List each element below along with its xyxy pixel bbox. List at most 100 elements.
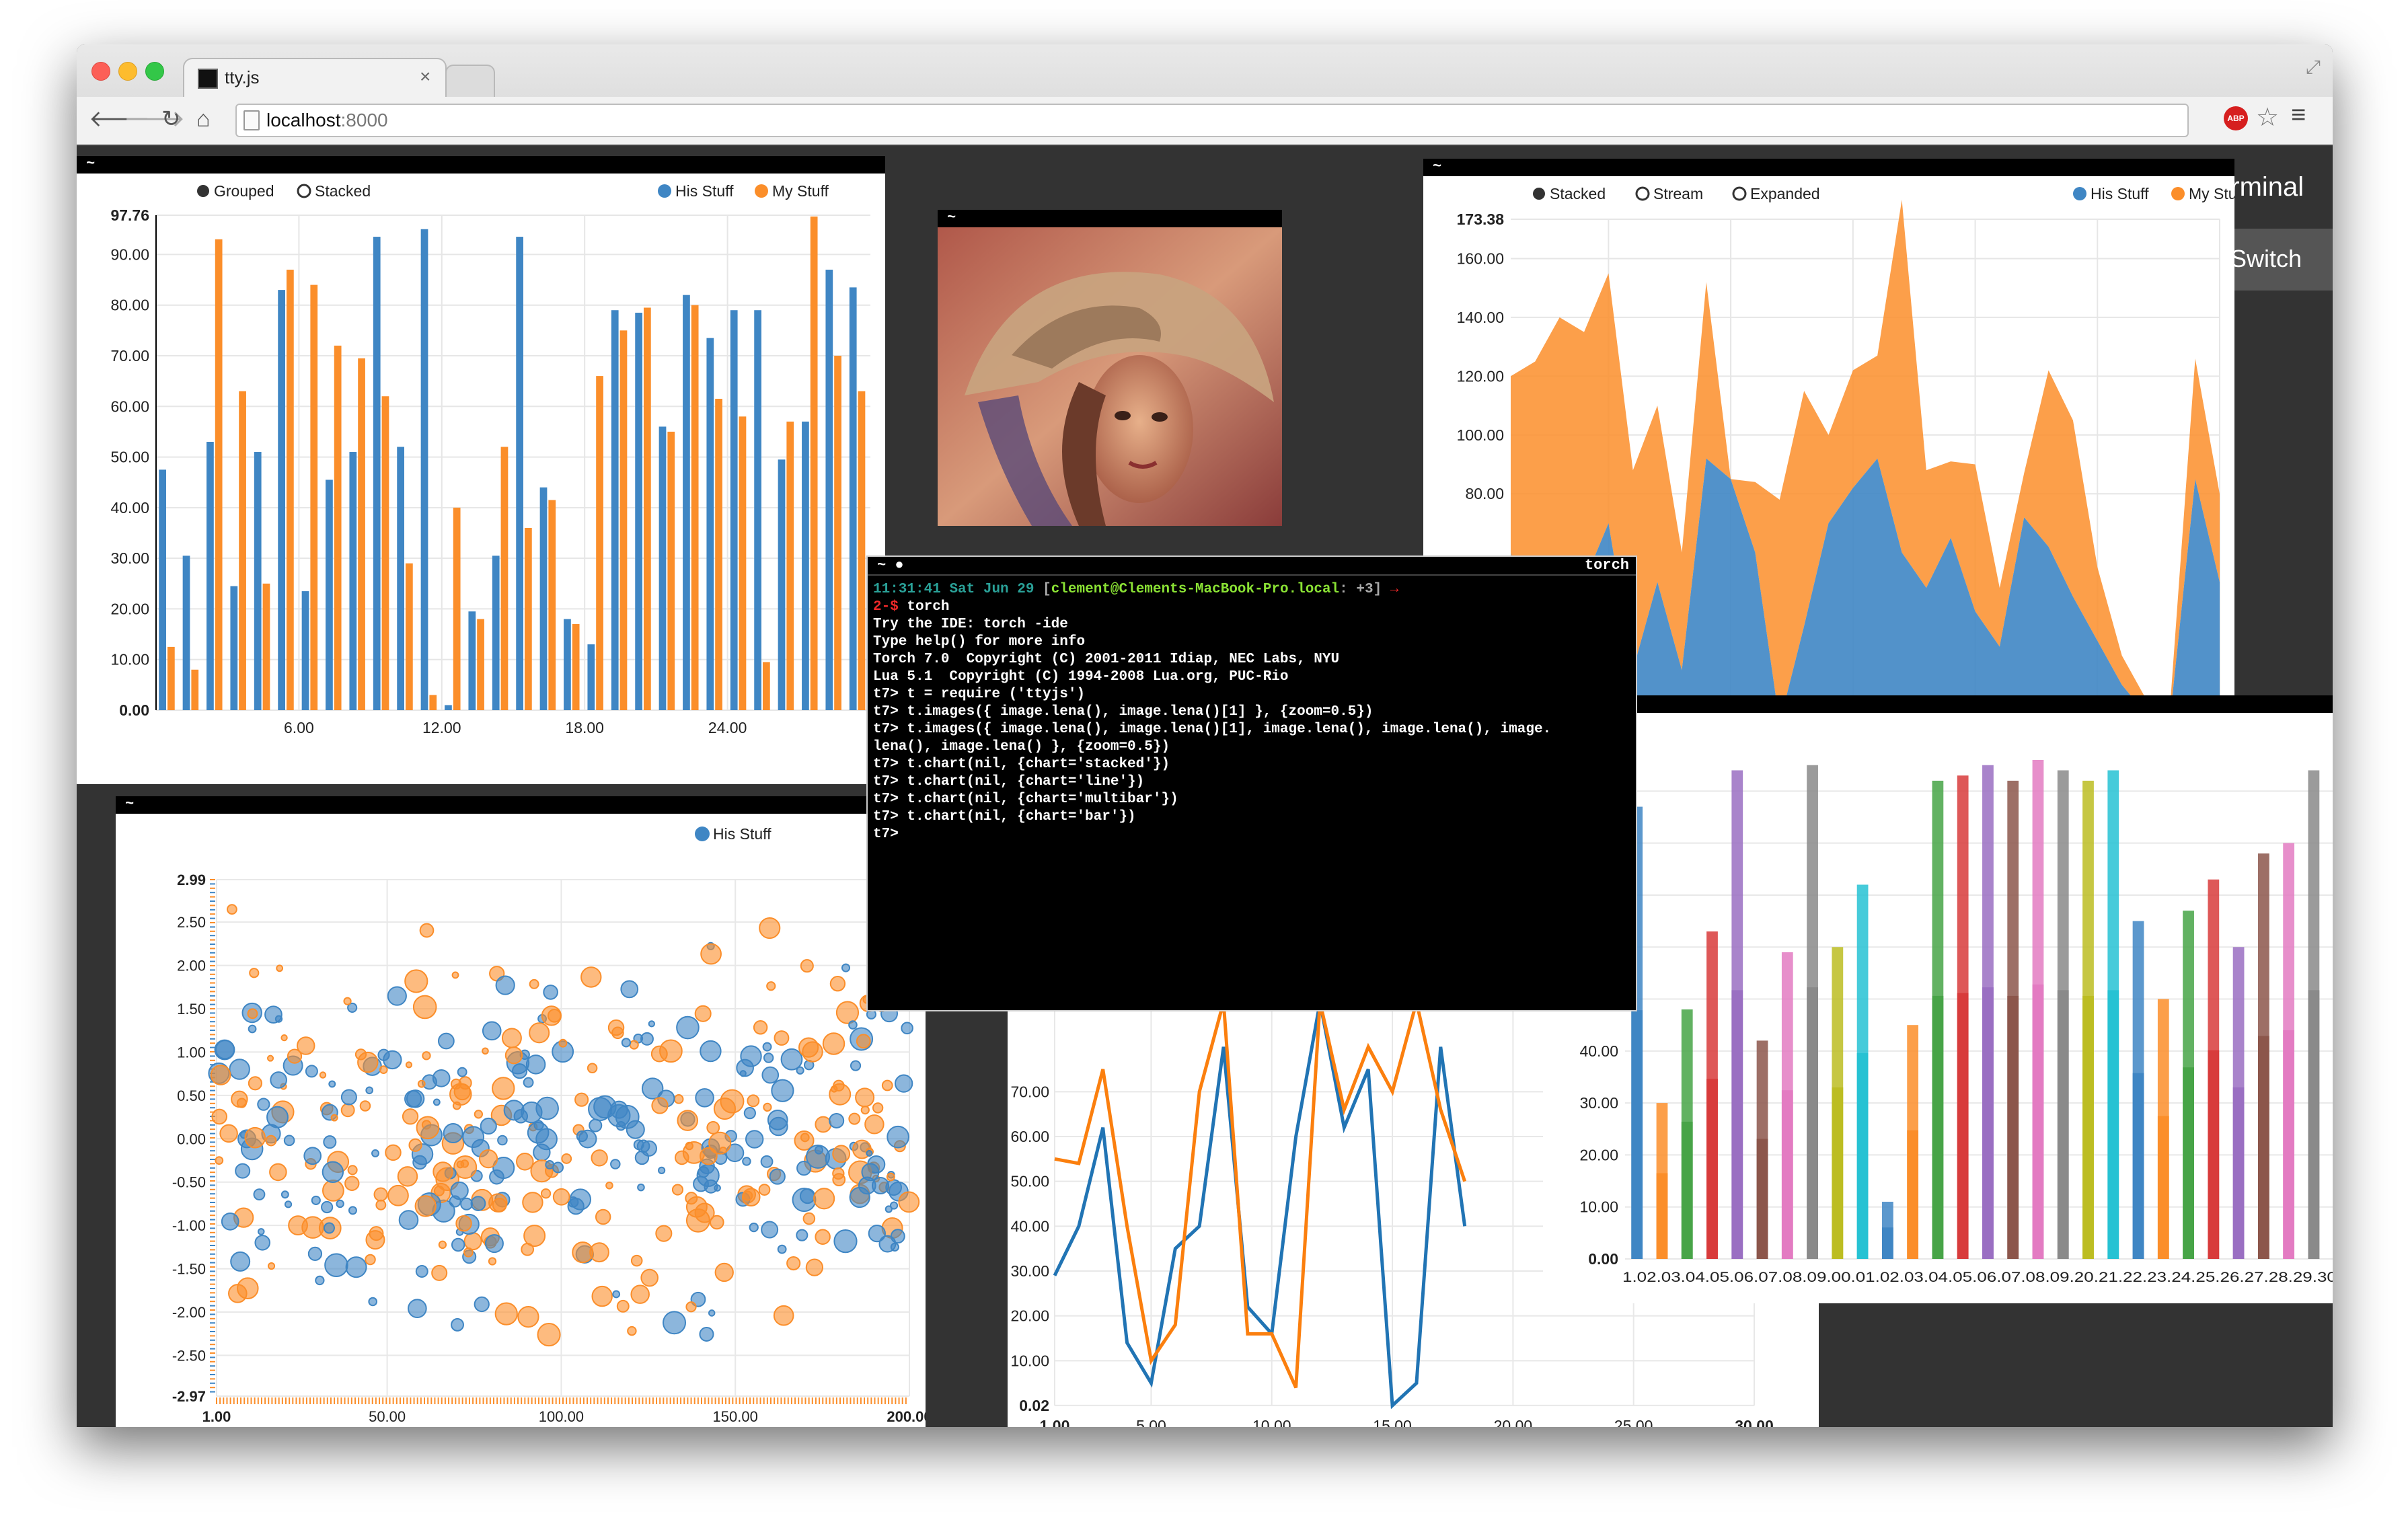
panel-title[interactable]: ~ [1423, 159, 2234, 176]
menu-icon[interactable]: ≡ [2291, 101, 2306, 130]
maximize-window-button[interactable] [145, 62, 164, 81]
fullscreen-icon[interactable]: ⤢ [2306, 56, 2321, 79]
scatter-point [698, 1166, 710, 1178]
panel-vbar-chart[interactable]: ~ 0.0010.0020.0030.0040.0050.0060.0070.0… [1543, 695, 2333, 1303]
scatter-point [433, 1185, 445, 1196]
x-tick-label: 25.00 [1614, 1417, 1653, 1427]
vbar-chart: 0.0010.0020.0030.0040.0050.0060.0070.008… [1579, 760, 2333, 1285]
scatter-point [517, 1306, 539, 1328]
scatter-point [861, 1163, 880, 1182]
scatter-point [580, 966, 602, 988]
x-tick-label: 18.00 [565, 719, 604, 736]
scatter-point [371, 1149, 379, 1157]
scatter-point [593, 1095, 617, 1119]
bar-segment [2057, 990, 2069, 1259]
bar [429, 695, 437, 710]
scatter-point [848, 1020, 858, 1030]
x-tick-label: 1.00 [202, 1408, 231, 1425]
panel-title[interactable]: ~ [116, 796, 926, 814]
legend-my: My Stuff [2189, 185, 2234, 202]
panel-title[interactable]: ~ [77, 156, 885, 174]
panel-bar-chart[interactable]: ~ Grouped Stacked His Stuff My Stuff 0.00 10.… [77, 156, 885, 784]
reload-icon[interactable]: ↻ [161, 105, 181, 133]
scatter-point [796, 1229, 808, 1241]
panel-image[interactable]: ~ [938, 210, 1282, 526]
scatter-point [404, 969, 428, 993]
x-tick-label: 10.00 [1252, 1417, 1291, 1427]
x-tick-label: 200.00 [887, 1408, 926, 1425]
scatter-point [552, 1161, 564, 1174]
terminal-titlebar[interactable]: ~ ● torch [868, 557, 1636, 576]
panel-title[interactable]: ~ [1543, 695, 2333, 713]
bar-segment [1832, 1087, 1844, 1259]
scatter-point [387, 1184, 409, 1206]
control-grouped: Grouped [214, 182, 274, 200]
address-bar[interactable]: localhost:8000 [235, 104, 2189, 137]
legend-his-icon [658, 184, 671, 198]
y-tick-label: 70.00 [1010, 1083, 1049, 1100]
browser-window: tty.js × ⤢ 🡐 🡒 ↻ ⌂ localhost:8000 ABP ☆ … [77, 44, 2333, 1427]
scatter-point [761, 1221, 779, 1239]
prompt-host: clement@Clements-MacBook-Pro.local [1051, 582, 1340, 597]
terminal-window[interactable]: ~ ● torch 11:31:41 Sat Jun 29 [clement@C… [866, 555, 1637, 1011]
scatter-point [621, 1038, 631, 1048]
bar [516, 237, 523, 710]
scatter-point [525, 1054, 546, 1075]
scatter-point [248, 1076, 262, 1091]
scatter-point [850, 1060, 862, 1071]
terminal-line: t7> t.chart(nil, {chart='stacked'}) [873, 757, 1170, 772]
scatter-point [663, 1311, 686, 1335]
radio-stacked-icon [297, 184, 311, 198]
bar [358, 358, 365, 710]
control-stacked: Stacked [1550, 185, 1606, 202]
y-tick-label: 0.02 [1019, 1397, 1049, 1414]
panel-title[interactable]: ~ [938, 210, 1282, 227]
y-tick-label: 40.00 [1579, 1042, 1618, 1060]
scatter-point [438, 1240, 447, 1250]
scatter-point [610, 1159, 621, 1169]
scatter-point [322, 1161, 344, 1183]
close-tab-icon[interactable]: × [420, 66, 430, 87]
tab-title: tty.js [225, 67, 260, 87]
bar-segment [2183, 1067, 2194, 1259]
scatter-point [257, 1098, 270, 1111]
bar [215, 239, 223, 711]
scatter-point [521, 1101, 543, 1124]
terminal-line: Try the IDE: torch -ide [873, 617, 1068, 632]
scatter-point [402, 1108, 419, 1125]
x-tick-label: 30.00 [1735, 1417, 1774, 1427]
scatter-point [516, 1152, 534, 1171]
scatter-point [254, 1235, 270, 1251]
scatter-point [284, 1200, 293, 1208]
y-tick-label: 20.00 [1579, 1146, 1618, 1163]
browser-tab[interactable]: tty.js × [183, 58, 447, 98]
scatter-point [537, 1323, 561, 1347]
minimize-window-button[interactable] [118, 62, 137, 81]
close-window-button[interactable] [91, 62, 110, 81]
scatter-point [408, 1299, 427, 1319]
home-icon[interactable]: ⌂ [196, 105, 211, 133]
scatter-point [677, 1110, 698, 1131]
scatter-point [470, 1196, 486, 1211]
y-tick-label: 30.00 [1579, 1094, 1618, 1112]
terminal-favicon-icon [198, 69, 218, 89]
y-tick-label: 30.00 [1010, 1262, 1049, 1280]
scatter-point [833, 1079, 845, 1092]
scatter-point [766, 981, 776, 991]
bar [643, 307, 651, 710]
scatter-point [864, 1114, 885, 1135]
scatter-point [404, 1090, 422, 1108]
bar [492, 555, 500, 710]
bar-segment [2308, 990, 2320, 1259]
legend-my: My Stuff [772, 182, 829, 200]
adblock-icon[interactable]: ABP [2224, 106, 2248, 130]
bookmark-star-icon[interactable]: ☆ [2256, 102, 2279, 132]
scatter-point [301, 1216, 324, 1239]
new-tab-button[interactable] [445, 65, 495, 98]
scatter-point [359, 1100, 371, 1112]
scatter-point [266, 1106, 289, 1128]
terminal-line: Type help() for more info [873, 634, 1086, 650]
panel-scatter-chart[interactable]: ~ His Stuff -2.97 -2.50 -2.00 -1.50 -1.00 -0.5… [116, 796, 926, 1427]
y-tick-label: 100.00 [1457, 426, 1504, 444]
scatter-point [270, 1071, 287, 1089]
